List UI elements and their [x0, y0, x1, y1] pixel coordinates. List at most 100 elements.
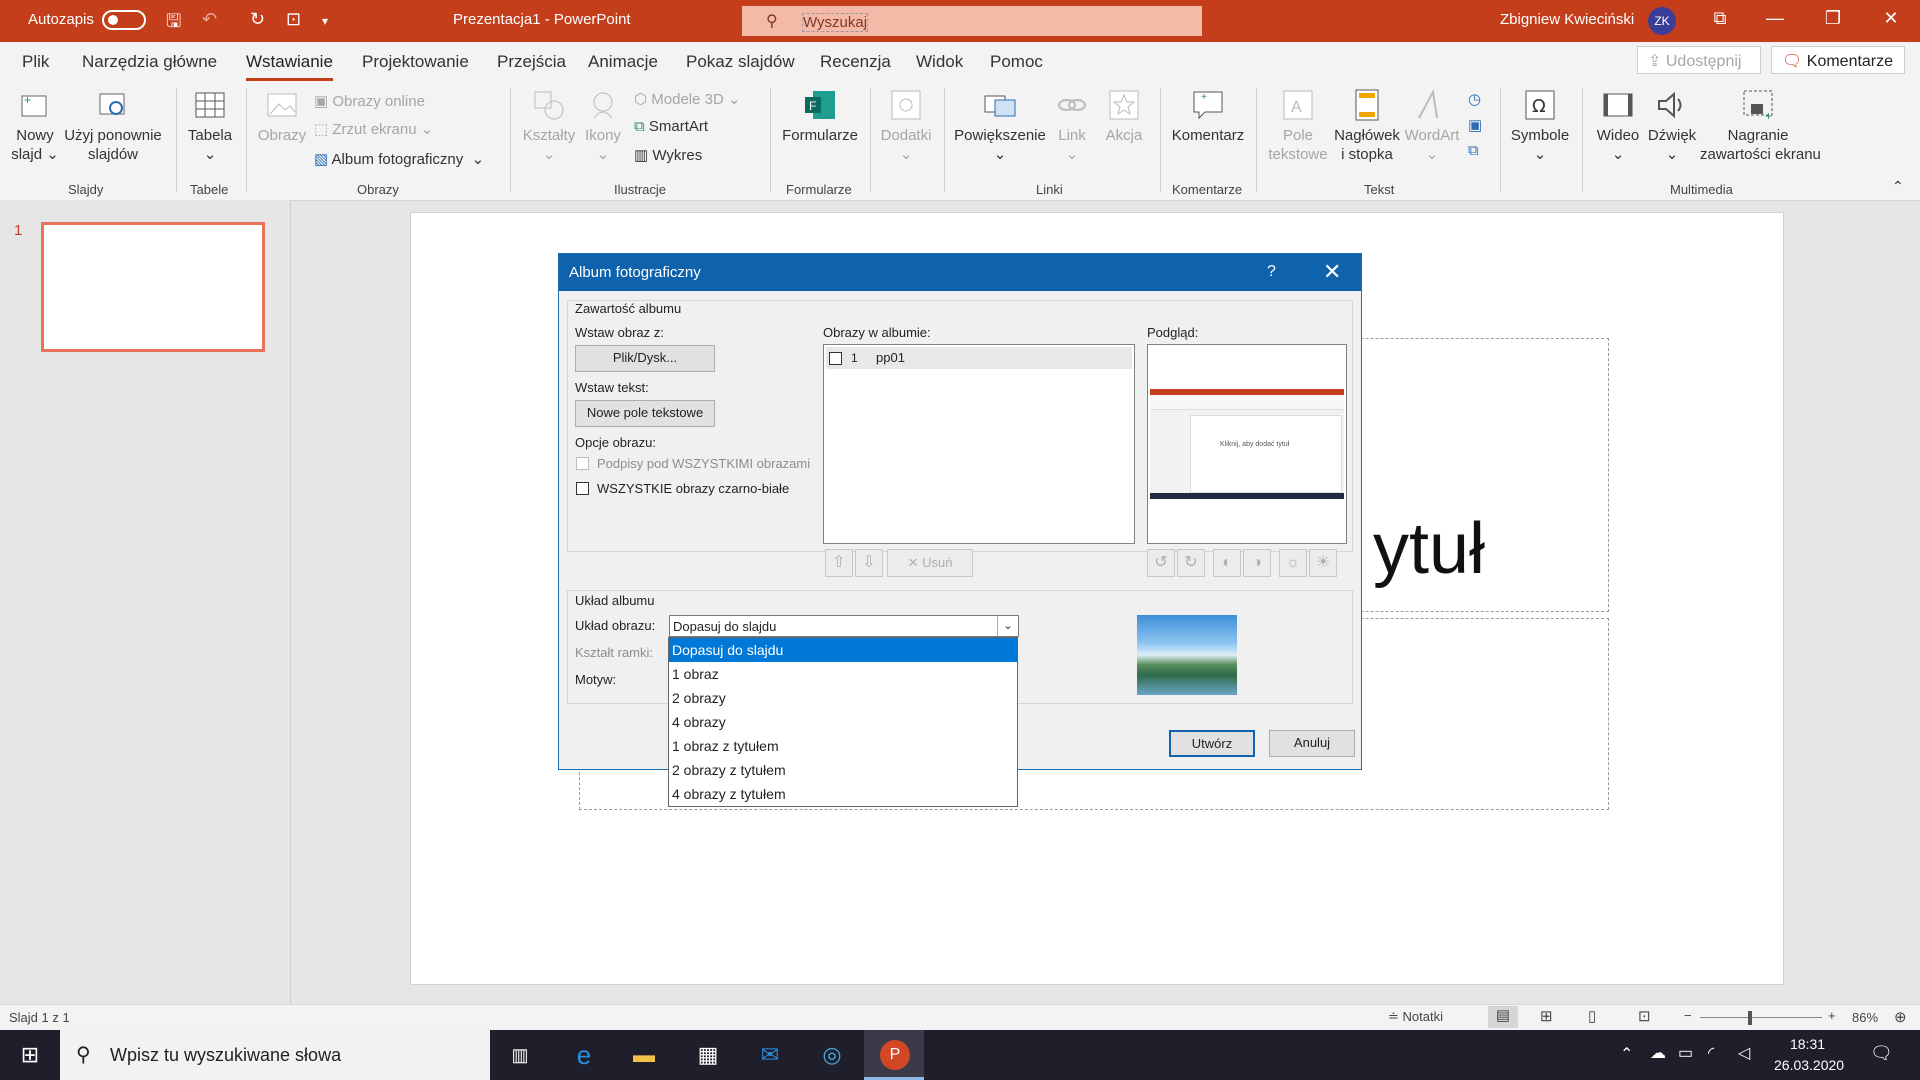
action-button[interactable]: Akcja	[1098, 88, 1150, 145]
3d-models-button[interactable]: ⬡ Modele 3D ⌄	[634, 90, 741, 108]
collapse-ribbon-icon[interactable]: ⌃	[1892, 178, 1904, 195]
dropdown-option[interactable]: 1 obraz	[669, 662, 1017, 686]
file-explorer-icon[interactable]: ▬	[624, 1038, 664, 1072]
pictures-button[interactable]: Obrazy	[254, 88, 310, 145]
tray-chevron-icon[interactable]: ⌃	[1620, 1044, 1633, 1064]
picture-layout-select[interactable]: Dopasuj do slajdu ⌄	[669, 615, 1019, 637]
clock-date[interactable]: 26.03.2020	[1774, 1057, 1844, 1073]
list-item-checkbox[interactable]	[829, 352, 842, 365]
fit-to-window-icon[interactable]: ⊕	[1894, 1008, 1907, 1026]
screenshot-button[interactable]: ⬚ Zrzut ekranu ⌄	[314, 120, 433, 138]
zoom-in-icon[interactable]: +	[1828, 1008, 1836, 1023]
smartart-button[interactable]: ⧉ SmartArt	[634, 118, 708, 135]
comment-button[interactable]: + Komentarz	[1168, 88, 1248, 145]
cancel-button[interactable]: Anuluj	[1269, 730, 1355, 757]
tab-slideshow[interactable]: Pokaz slajdów	[686, 52, 795, 72]
textbox-button[interactable]: A Pole tekstowe	[1264, 88, 1332, 164]
zoom-level[interactable]: 86%	[1852, 1010, 1878, 1025]
minimize-icon[interactable]: —	[1760, 8, 1790, 29]
tab-insert[interactable]: Wstawianie	[246, 52, 333, 81]
search-box[interactable]: ⚲ Wyszukaj	[742, 6, 1202, 36]
new-slide-button[interactable]: + Nowy slajd ⌄	[10, 88, 60, 164]
audio-button[interactable]: Dźwięk ⌄	[1644, 88, 1700, 164]
slide-number-icon[interactable]: ▣	[1468, 116, 1482, 134]
online-pictures-button[interactable]: ▣ Obrazy online	[314, 92, 425, 110]
avatar[interactable]: ZK	[1648, 7, 1676, 35]
chart-button[interactable]: ▥ Wykres	[634, 146, 702, 164]
zoom-slider-thumb[interactable]	[1748, 1011, 1752, 1025]
ribbon-display-options-icon[interactable]: ⧉	[1705, 8, 1735, 29]
zoom-out-icon[interactable]: −	[1684, 1008, 1692, 1023]
dropdown-option[interactable]: 4 obrazy z tytułem	[669, 782, 1017, 806]
forms-button[interactable]: F Formularze	[776, 88, 864, 145]
undo-icon[interactable]: ↶	[202, 9, 217, 30]
rotate-left-button[interactable]: ↺	[1147, 549, 1175, 577]
task-view-icon[interactable]: ▥	[500, 1038, 540, 1072]
present-from-start-icon[interactable]: ⊡	[286, 9, 301, 30]
network-app-icon[interactable]: ◎	[812, 1038, 852, 1072]
rotate-right-button[interactable]: ↻	[1177, 549, 1205, 577]
store-icon[interactable]: ▦	[688, 1038, 728, 1072]
close-icon[interactable]: ✕	[1876, 8, 1906, 29]
picture-layout-dropdown[interactable]: Dopasuj do slajdu 1 obraz 2 obrazy 4 obr…	[668, 637, 1018, 807]
tab-home[interactable]: Narzędzia główne	[82, 52, 217, 72]
link-button[interactable]: Link ⌄	[1054, 88, 1090, 164]
addins-button[interactable]: Dodatki ⌄	[876, 88, 936, 164]
tab-help[interactable]: Pomoc	[990, 52, 1043, 72]
taskbar-search[interactable]: ⚲ Wpisz tu wyszukiwane słowa	[60, 1030, 490, 1080]
tab-transitions[interactable]: Przejścia	[497, 52, 566, 72]
move-up-button[interactable]: ⇧	[825, 549, 853, 577]
brightness-up-button[interactable]: ☼	[1279, 549, 1307, 577]
slideshow-view-icon[interactable]: ⊡	[1638, 1007, 1651, 1025]
brightness-down-button[interactable]: ☀	[1309, 549, 1337, 577]
file-disk-button[interactable]: Plik/Dysk...	[575, 345, 715, 372]
customize-qat-icon[interactable]: ▾	[322, 14, 328, 28]
autosave-toggle[interactable]	[102, 10, 146, 30]
dropdown-option[interactable]: 2 obrazy z tytułem	[669, 758, 1017, 782]
powerpoint-taskbar-button[interactable]: P	[864, 1030, 924, 1080]
mail-icon[interactable]: ✉	[750, 1038, 790, 1072]
comments-button[interactable]: 🗨 Komentarze	[1771, 46, 1905, 74]
reuse-slides-button[interactable]: Użyj ponownie slajdów	[62, 88, 164, 164]
object-icon[interactable]: ⧉	[1468, 142, 1479, 159]
header-footer-button[interactable]: Nagłówek i stopka	[1332, 88, 1402, 164]
slide-thumbnail[interactable]	[41, 222, 265, 352]
restore-icon[interactable]: ❐	[1818, 8, 1848, 29]
zoom-slider[interactable]	[1700, 1017, 1822, 1018]
onedrive-icon[interactable]: ☁	[1650, 1043, 1666, 1063]
slide-sorter-icon[interactable]: ⊞	[1540, 1007, 1553, 1025]
share-button[interactable]: ⇪ Udostępnij	[1637, 46, 1761, 74]
clock-time[interactable]: 18:31	[1790, 1036, 1825, 1052]
table-button[interactable]: Tabela ⌄	[184, 88, 236, 164]
contrast-down-button[interactable]: ◑	[1243, 549, 1271, 577]
album-images-list[interactable]: 1 pp01	[823, 344, 1135, 544]
normal-view-icon[interactable]: ▤	[1488, 1006, 1518, 1028]
tab-file[interactable]: Plik	[22, 52, 49, 72]
video-button[interactable]: Wideo ⌄	[1590, 88, 1646, 164]
edge-icon[interactable]: e	[564, 1038, 604, 1072]
chevron-down-icon[interactable]: ⌄	[997, 616, 1018, 636]
new-textbox-button[interactable]: Nowe pole tekstowe	[575, 400, 715, 427]
dropdown-option[interactable]: 4 obrazy	[669, 710, 1017, 734]
dialog-close-icon[interactable]: ✕	[1323, 259, 1341, 285]
black-white-checkbox[interactable]	[576, 482, 589, 495]
wifi-icon[interactable]: ◜	[1708, 1043, 1714, 1063]
dropdown-option[interactable]: Dopasuj do slajdu	[669, 638, 1017, 662]
remove-button[interactable]: ✕ Usuń	[887, 549, 973, 577]
tab-animations[interactable]: Animacje	[588, 52, 658, 72]
notifications-icon[interactable]: 🗨	[1870, 1043, 1893, 1064]
notes-button[interactable]: ≐ Notatki	[1388, 1009, 1443, 1025]
screen-recording-button[interactable]: + Nagranie zawartości ekranu	[1700, 88, 1821, 164]
icons-button[interactable]: Ikony ⌄	[580, 88, 626, 164]
help-icon[interactable]: ?	[1267, 263, 1276, 281]
captions-checkbox[interactable]	[576, 457, 589, 470]
save-icon[interactable]: 🖫	[166, 9, 181, 39]
contrast-up-button[interactable]: ◐	[1213, 549, 1241, 577]
zoom-button[interactable]: Powiększenie ⌄	[952, 88, 1048, 164]
create-button[interactable]: Utwórz	[1169, 730, 1255, 757]
wordart-button[interactable]: WordArt ⌄	[1404, 88, 1460, 164]
list-item[interactable]: 1 pp01	[826, 347, 1132, 369]
photo-album-button[interactable]: ▧ Album fotograficzny ⌄	[314, 150, 484, 168]
dropdown-option[interactable]: 1 obraz z tytułem	[669, 734, 1017, 758]
dropdown-option[interactable]: 2 obrazy	[669, 686, 1017, 710]
